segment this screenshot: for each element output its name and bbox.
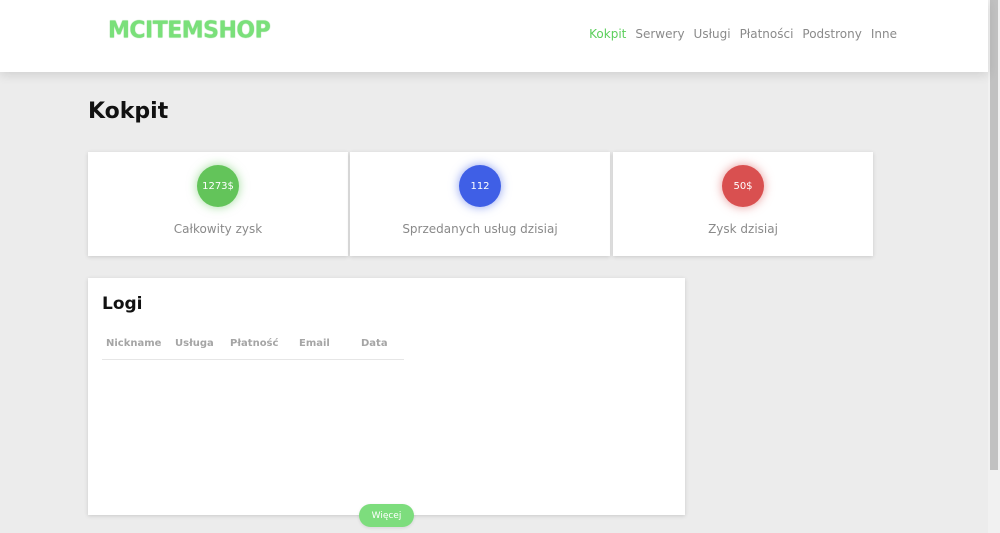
nav-item-podstrony[interactable]: Podstrony	[802, 27, 861, 41]
column-header-service[interactable]: Usługa	[175, 338, 214, 349]
column-header-email[interactable]: Email	[299, 338, 330, 349]
stat-card-sold-today: 112 Sprzedanych usług dzisiaj	[350, 152, 610, 256]
nav-item-kokpit[interactable]: Kokpit	[589, 27, 626, 41]
column-header-payment[interactable]: Płatność	[230, 338, 278, 349]
stat-badge: 50$	[722, 165, 764, 207]
main-nav: Kokpit Serwery Usługi Płatności Podstron…	[589, 27, 897, 41]
logo[interactable]: MCITEMSHOP	[108, 17, 271, 43]
column-header-nickname[interactable]: Nickname	[106, 338, 161, 349]
stat-badge: 112	[459, 165, 501, 207]
top-navbar: MCITEMSHOP Kokpit Serwery Usługi Płatnoś…	[0, 0, 988, 72]
scrollbar-thumb[interactable]	[990, 0, 998, 470]
stat-label: Całkowity zysk	[173, 222, 263, 236]
stat-label: Sprzedanych usług dzisiaj	[402, 222, 558, 236]
page-scrollbar[interactable]	[988, 0, 1000, 533]
logs-panel: Logi Nickname Usługa Płatność Email Data	[88, 278, 685, 515]
stat-label: Zysk dzisiaj	[708, 222, 778, 236]
nav-item-serwery[interactable]: Serwery	[635, 27, 684, 41]
column-header-date[interactable]: Data	[361, 338, 388, 349]
logs-title: Logi	[102, 294, 143, 314]
more-button[interactable]: Więcej	[359, 504, 414, 527]
logs-table-header: Nickname Usługa Płatność Email Data	[102, 336, 404, 360]
page-title: Kokpit	[88, 99, 169, 124]
stat-badge: 1273$	[197, 165, 239, 207]
nav-item-uslugi[interactable]: Usługi	[694, 27, 731, 41]
nav-item-inne[interactable]: Inne	[871, 27, 897, 41]
nav-item-platnosci[interactable]: Płatności	[740, 27, 794, 41]
stat-card-profit-today: 50$ Zysk dzisiaj	[613, 152, 873, 256]
stat-card-total-profit: 1273$ Całkowity zysk	[88, 152, 348, 256]
page: MCITEMSHOP Kokpit Serwery Usługi Płatnoś…	[0, 0, 1000, 533]
